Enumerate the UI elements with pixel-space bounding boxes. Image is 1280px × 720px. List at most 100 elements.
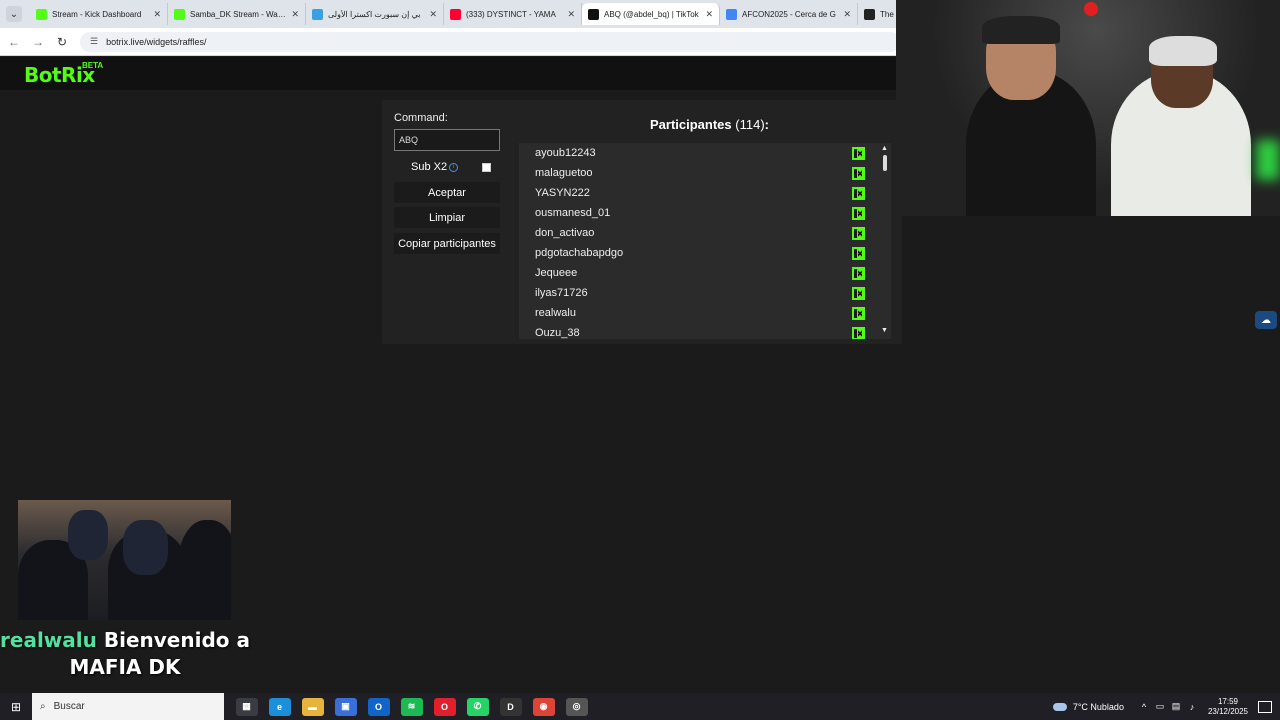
network-icon[interactable]: ▤ bbox=[1170, 701, 1182, 712]
participant-name: ilyas71726 bbox=[535, 287, 588, 299]
participant-row[interactable]: realwalu bbox=[519, 303, 869, 323]
address-bar[interactable]: ☰ botrix.live/widgets/raffles/ bbox=[80, 31, 900, 52]
participant-row[interactable]: Ouzu_38 bbox=[519, 323, 869, 339]
participants-list[interactable]: Ouzu_38 realwalu ilyas71726 Jequeee pdgotach… bbox=[519, 143, 891, 339]
scroll-up-arrow-icon[interactable]: ▲ bbox=[881, 145, 888, 152]
close-tab-icon[interactable]: ✕ bbox=[429, 9, 437, 20]
clock[interactable]: 17:59 23/12/2025 bbox=[1208, 697, 1248, 717]
kick-icon bbox=[174, 8, 185, 20]
tab-title: Samba_DK Stream - Watch bbox=[190, 9, 288, 19]
weather-text: 7°C Nublado bbox=[1072, 701, 1124, 712]
participant-name: don_activao bbox=[535, 227, 595, 239]
participant-name: ousmanesd_01 bbox=[535, 207, 611, 219]
tab-list: Stream - Kick Dashboard ✕ Samba_DK Stream … bbox=[30, 3, 996, 25]
tab-title: (333) DYSTINCT - YAMA bbox=[466, 9, 556, 19]
search-placeholder: Buscar bbox=[53, 701, 85, 712]
clock-date: 23/12/2025 bbox=[1207, 706, 1248, 716]
participant-row[interactable]: pdgotachabapdgo bbox=[519, 243, 869, 263]
edge-icon[interactable]: e bbox=[268, 697, 291, 716]
scrollbar-thumb[interactable] bbox=[883, 155, 887, 171]
volume-icon[interactable]: ♪ bbox=[1186, 702, 1198, 712]
kick-platform-icon bbox=[852, 167, 865, 180]
welcome-username: realwalu bbox=[0, 628, 97, 652]
close-tab-icon[interactable]: ✕ bbox=[291, 9, 299, 20]
device-icon[interactable]: ▭ bbox=[1154, 701, 1166, 712]
accept-button[interactable]: Aceptar bbox=[394, 182, 500, 203]
info-icon[interactable]: i bbox=[449, 163, 458, 172]
participants-colon: : bbox=[764, 117, 770, 132]
figure-3 bbox=[178, 520, 231, 620]
close-tab-icon[interactable]: ✕ bbox=[567, 9, 575, 20]
back-arrow-icon[interactable]: ← bbox=[4, 35, 24, 49]
screen: ⌄ Stream - Kick Dashboard ✕ Samba_DK Strea… bbox=[0, 0, 1280, 720]
task-view-icon[interactable]: ▦ bbox=[235, 697, 258, 716]
site-info-icon[interactable]: ☰ bbox=[90, 36, 98, 47]
windows-taskbar: ⊞ ⌕ Buscar ▦ e ▬ ▣ O ≋ O ✆ D ◉ ◎ 7°C Nublado ^ ▭ ▤… bbox=[0, 693, 1280, 720]
app-d-icon[interactable]: D bbox=[499, 697, 522, 716]
windows-start-icon[interactable]: ⊞ bbox=[0, 693, 32, 720]
close-tab-icon[interactable]: ✕ bbox=[153, 9, 161, 20]
beta-badge: BETA bbox=[82, 61, 104, 70]
kick-platform-icon bbox=[852, 307, 865, 320]
taskbar-search[interactable]: ⌕ Buscar bbox=[32, 693, 224, 720]
close-tab-icon[interactable]: ✕ bbox=[705, 9, 713, 20]
welcome-message: realwalu Bienvenido a MAFIA DK bbox=[0, 627, 250, 681]
clear-button[interactable]: Limpiar bbox=[394, 207, 500, 228]
tab-title: ABQ (@abdel_bq) | TikTok bbox=[604, 9, 699, 19]
raffle-panel: Command: Sub X2 i Aceptar Limpiar Copiar… bbox=[382, 100, 902, 344]
copy-participants-button[interactable]: Copiar participantes bbox=[394, 233, 500, 254]
welcome-phrase: Bienvenido a bbox=[103, 628, 250, 652]
sub-x2-checkbox[interactable] bbox=[482, 163, 491, 172]
alien-logo-icon bbox=[1084, 2, 1098, 16]
browser-tab[interactable]: ABQ (@abdel_bq) | TikTok ✕ bbox=[582, 3, 720, 25]
tab-title: AFCON2025 - Cerca de G bbox=[742, 9, 836, 19]
browser-tab[interactable]: (333) DYSTINCT - YAMA ✕ bbox=[444, 3, 582, 25]
kick-platform-icon bbox=[852, 247, 865, 260]
spotify-icon[interactable]: ≋ bbox=[400, 697, 423, 716]
participant-row[interactable]: malaguetoo bbox=[519, 163, 869, 183]
browser-tab[interactable]: Samba_DK Stream - Watch ✕ bbox=[168, 3, 306, 25]
botrix-header: BotRix BETA bbox=[0, 57, 900, 90]
kick-platform-icon bbox=[852, 267, 865, 280]
participant-row[interactable]: YASYN222 bbox=[519, 183, 869, 203]
clock-time: 17:59 bbox=[1217, 696, 1238, 706]
tab-search-chevron-icon[interactable]: ⌄ bbox=[6, 6, 22, 22]
participant-name: YASYN222 bbox=[535, 187, 590, 199]
scroll-down-arrow-icon[interactable]: ▼ bbox=[881, 327, 888, 334]
chrome-icon[interactable]: ◉ bbox=[532, 697, 555, 716]
browser-tab[interactable]: بي إن سبورت اكسترا الأولى ✕ bbox=[306, 3, 444, 25]
tab-title: بي إن سبورت اكسترا الأولى bbox=[328, 9, 421, 19]
command-input[interactable] bbox=[394, 129, 500, 151]
cloud-icon bbox=[1052, 702, 1067, 711]
forward-arrow-icon[interactable]: → bbox=[28, 35, 48, 49]
file-explorer-icon[interactable]: ▬ bbox=[301, 697, 324, 716]
participant-row[interactable]: don_activao bbox=[519, 223, 869, 243]
browser-tab[interactable]: Stream - Kick Dashboard ✕ bbox=[30, 3, 168, 25]
opera-icon[interactable]: O bbox=[433, 697, 456, 716]
notification-icon[interactable] bbox=[1258, 700, 1272, 713]
welcome-alert-image bbox=[18, 500, 231, 620]
url-text: botrix.live/widgets/raffles/ bbox=[106, 36, 207, 47]
outlook-icon[interactable]: O bbox=[367, 697, 390, 716]
participant-row[interactable]: ousmanesd_01 bbox=[519, 203, 869, 223]
browser-tab[interactable]: AFCON2025 - Cerca de G ✕ bbox=[720, 3, 858, 25]
obs-icon[interactable]: ◎ bbox=[565, 697, 588, 716]
participant-row[interactable]: Jequeee bbox=[519, 263, 869, 283]
participant-name: Jequeee bbox=[535, 267, 578, 279]
chevron-up-icon[interactable]: ^ bbox=[1138, 702, 1150, 712]
participants-title-text: Participantes bbox=[650, 117, 732, 132]
kick-platform-icon bbox=[852, 327, 865, 339]
store-icon[interactable]: ▣ bbox=[334, 697, 357, 716]
kick-platform-icon bbox=[852, 187, 865, 200]
whatsapp-icon[interactable]: ✆ bbox=[466, 697, 489, 716]
youtube-icon bbox=[450, 8, 461, 20]
weather-widget[interactable]: 7°C Nublado bbox=[1052, 701, 1124, 712]
close-tab-icon[interactable]: ✕ bbox=[843, 9, 851, 20]
participant-name: ayoub12243 bbox=[535, 147, 596, 159]
translate-extension-icon[interactable]: ☁ bbox=[1255, 311, 1277, 329]
webcam-feed bbox=[896, 0, 1280, 216]
participant-row[interactable]: ayoub12243 bbox=[519, 143, 869, 163]
participants-title: Participantes (114): bbox=[650, 117, 769, 132]
participant-row[interactable]: ilyas71726 bbox=[519, 283, 869, 303]
reload-icon[interactable]: ↻ bbox=[52, 35, 72, 49]
